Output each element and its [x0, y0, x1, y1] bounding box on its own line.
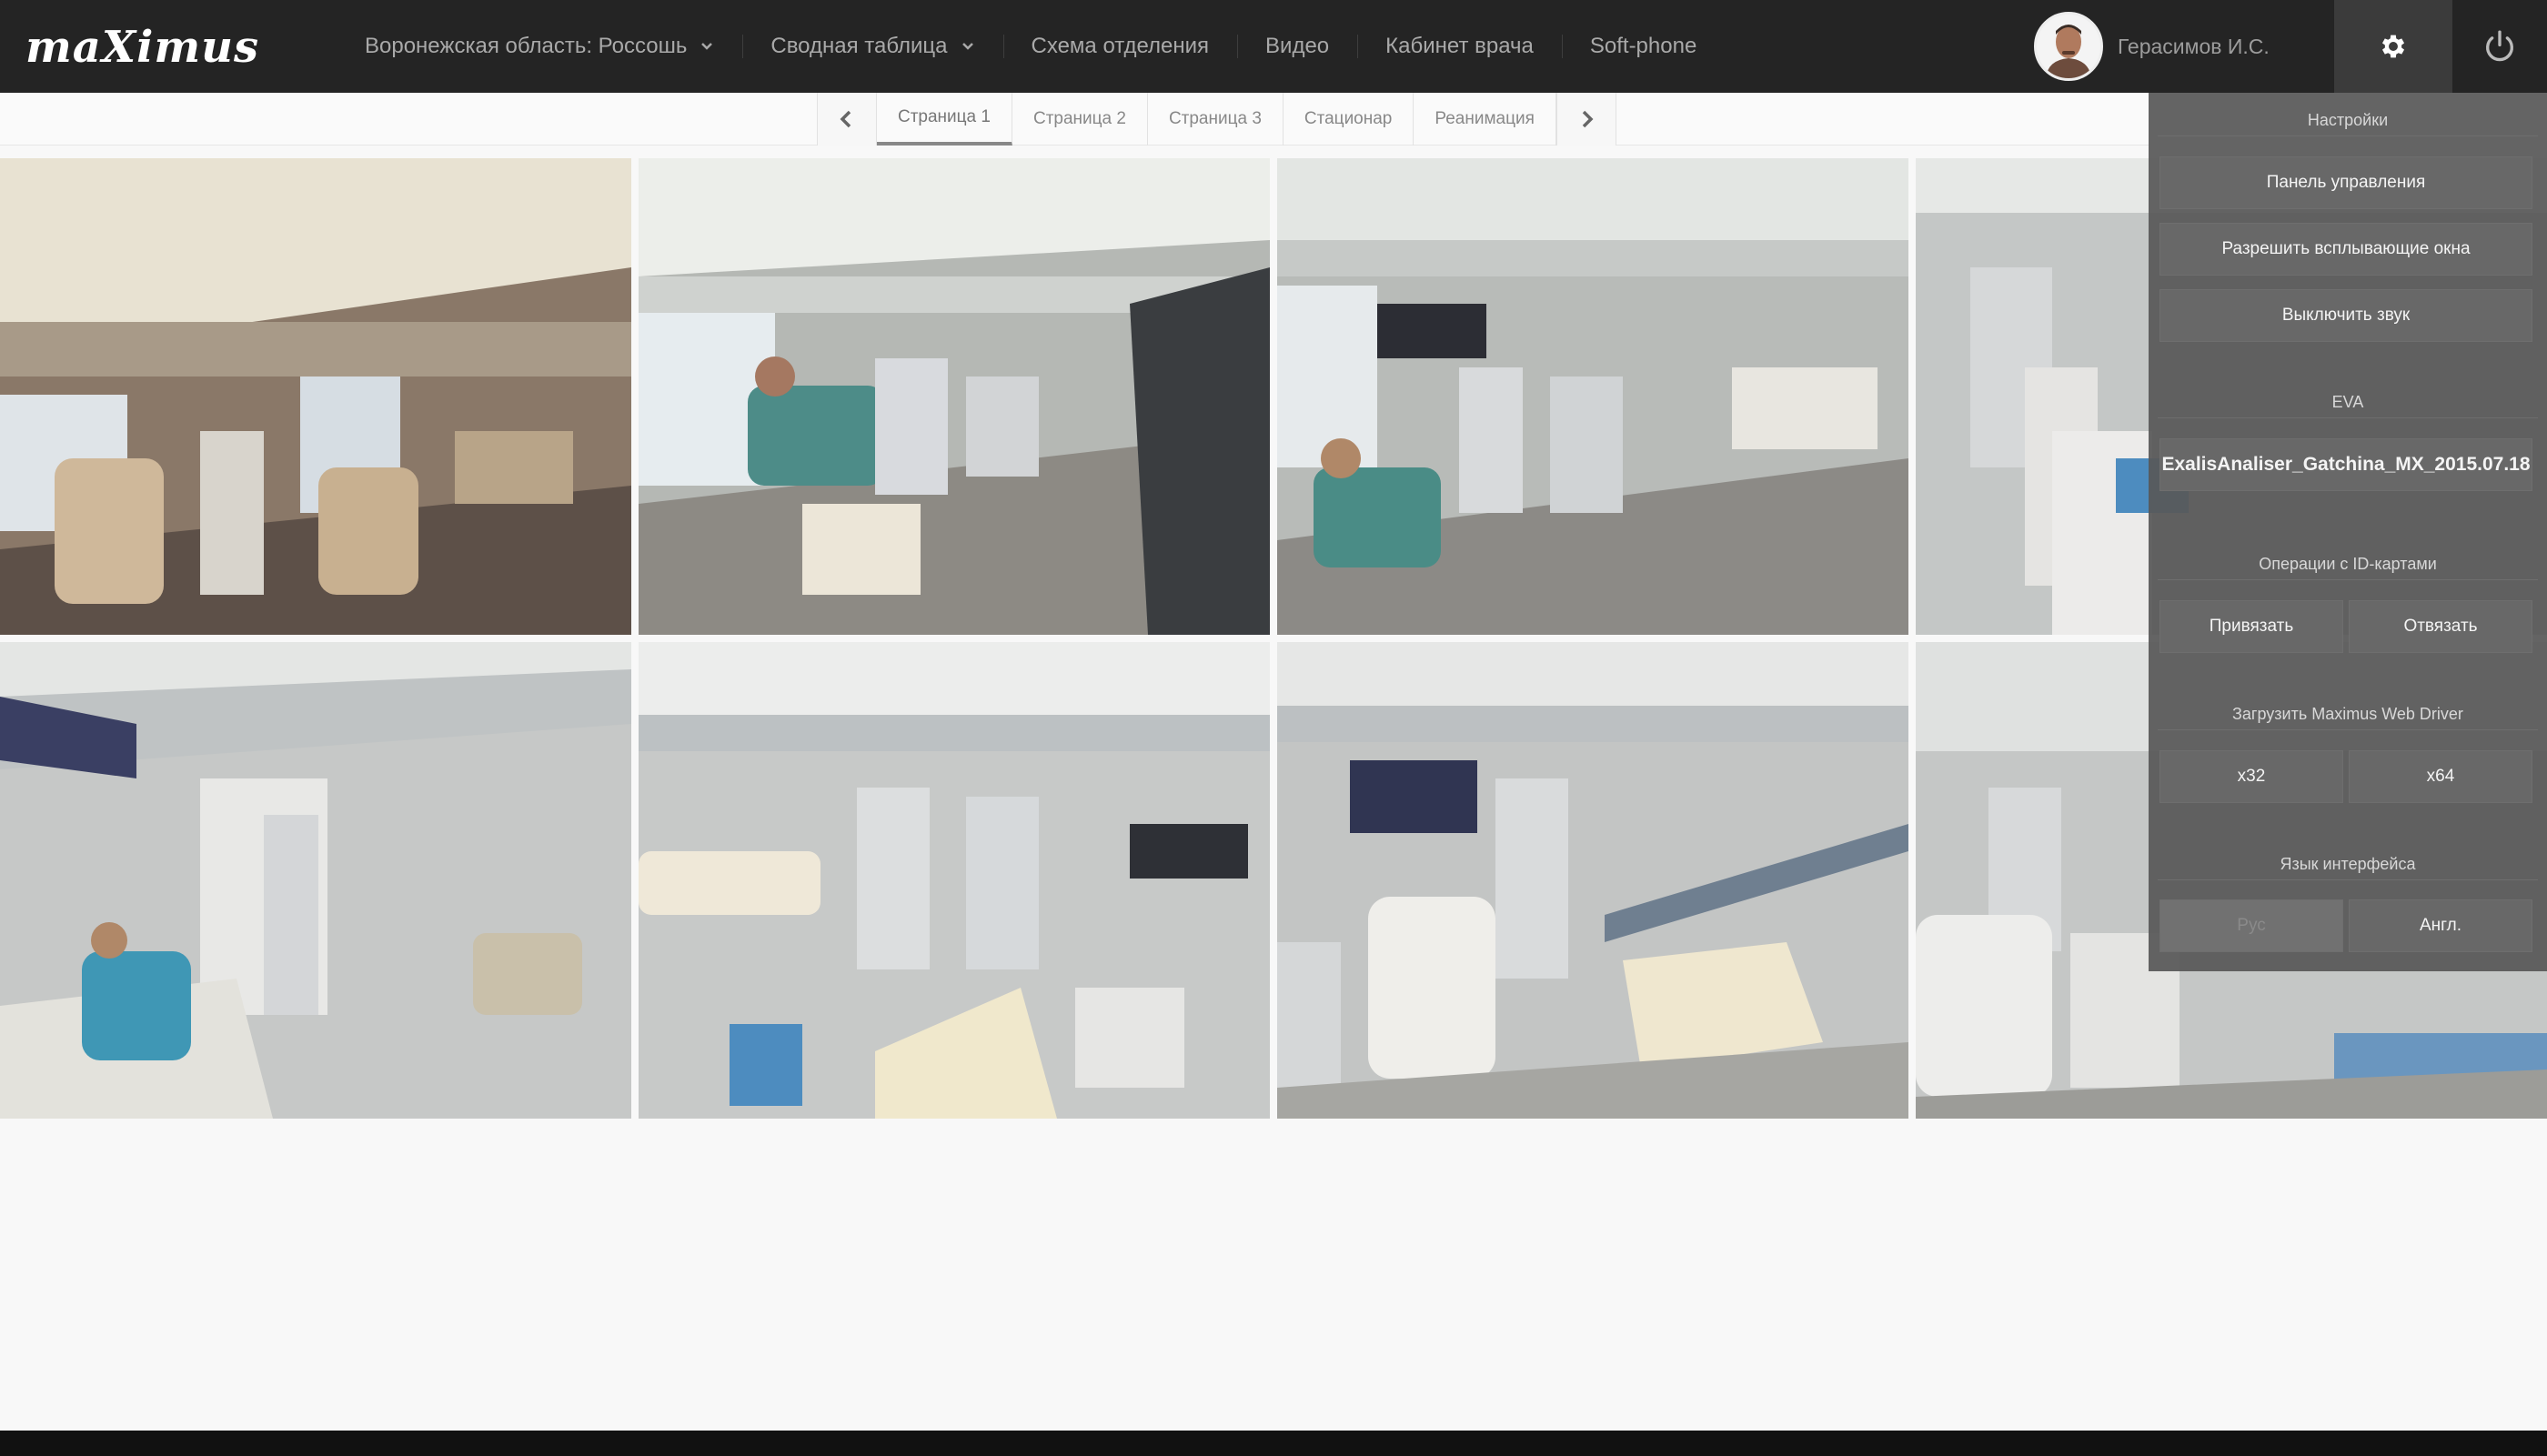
eva-analyser-field[interactable]: ExalisAnaliser_Gatchina_MX_2015.07.18: [2159, 438, 2532, 491]
language-ru-button: Рус: [2159, 899, 2343, 952]
camera-feed[interactable]: [0, 642, 631, 1119]
unbind-card-button[interactable]: Отвязать: [2349, 600, 2532, 653]
top-navigation-bar: maXimus Воронежская область: Россошь Сво…: [0, 0, 2547, 93]
tab-page-3[interactable]: Страница 3: [1148, 93, 1284, 146]
chevron-left-icon: [840, 110, 851, 128]
camera-image: [1277, 642, 1908, 1119]
user-name: Герасимов И.С.: [2118, 34, 2270, 58]
tab-page-2[interactable]: Страница 2: [1012, 93, 1148, 146]
chevron-down-icon: [701, 43, 713, 50]
settings-title: Настройки: [2158, 111, 2538, 136]
tabs-prev-button[interactable]: [817, 93, 877, 146]
allow-popups-button[interactable]: Разрешить всплывающие окна: [2159, 223, 2532, 276]
nav-summary-table-label: Сводная таблица: [770, 34, 948, 58]
camera-image: [0, 158, 631, 635]
nav-video-label: Видео: [1265, 34, 1330, 58]
power-icon: [2486, 30, 2513, 62]
settings-panel: Настройки Панель управления Разрешить вс…: [2149, 93, 2547, 971]
gear-icon: [2381, 35, 2405, 58]
language-title: Язык интерфейса: [2158, 855, 2538, 880]
camera-image: [639, 158, 1270, 635]
tab-label: Страница 3: [1168, 109, 1262, 128]
driver-x32-button[interactable]: x32: [2159, 750, 2343, 803]
logout-button[interactable]: [2452, 0, 2547, 93]
id-cards-title: Операции с ID-картами: [2158, 555, 2538, 580]
nav-doctor-cabinet-label: Кабинет врача: [1385, 34, 1534, 58]
nav-region-label: Воронежская область: Россошь: [365, 34, 688, 58]
user-photo-icon: [2037, 15, 2100, 78]
control-panel-button[interactable]: Панель управления: [2159, 156, 2532, 209]
nav-department-scheme[interactable]: Схема отделения: [1002, 0, 1238, 93]
maximus-logo[interactable]: maXimus: [25, 20, 259, 75]
nav-video[interactable]: Видео: [1237, 0, 1357, 93]
user-menu[interactable]: Герасимов И.С.: [2034, 0, 2270, 93]
tab-label: Страница 1: [898, 107, 991, 126]
tab-label: Стационар: [1304, 109, 1393, 128]
tab-label: Реанимация: [1435, 109, 1535, 128]
page-tabs: Страница 1 Страница 2 Страница 3 Стацион…: [817, 93, 1616, 146]
camera-feed[interactable]: [1277, 642, 1908, 1119]
camera-image: [0, 642, 631, 1119]
tab-inpatient[interactable]: Стационар: [1284, 93, 1414, 146]
camera-feed[interactable]: [639, 158, 1270, 635]
driver-x64-button[interactable]: x64: [2349, 750, 2532, 803]
mute-sound-button[interactable]: Выключить звук: [2159, 289, 2532, 342]
page-tabs-bar: Страница 1 Страница 2 Страница 3 Стацион…: [0, 93, 2149, 146]
camera-image: [1277, 158, 1908, 635]
camera-feed[interactable]: [1277, 158, 1908, 635]
camera-feed[interactable]: [639, 642, 1270, 1119]
chevron-right-icon: [1582, 110, 1594, 128]
nav-soft-phone[interactable]: Soft-phone: [1561, 0, 1725, 93]
avatar[interactable]: [2034, 12, 2103, 81]
chevron-down-icon: [961, 43, 973, 50]
camera-image: [639, 642, 1270, 1119]
tab-reanimation[interactable]: Реанимация: [1414, 93, 1556, 146]
nav-doctor-cabinet[interactable]: Кабинет врача: [1357, 0, 1562, 93]
bind-card-button[interactable]: Привязать: [2159, 600, 2343, 653]
nav-soft-phone-label: Soft-phone: [1589, 34, 1697, 58]
eva-title: EVA: [2158, 393, 2538, 418]
settings-button[interactable]: [2334, 0, 2452, 93]
nav-department-scheme-label: Схема отделения: [1031, 34, 1210, 58]
logo-text: maXimus: [25, 22, 260, 73]
language-en-button[interactable]: Англ.: [2349, 899, 2532, 952]
bottom-bar: [0, 1431, 2547, 1456]
nav-summary-table-dropdown[interactable]: Сводная таблица: [742, 0, 1002, 93]
camera-feed[interactable]: [0, 158, 631, 635]
web-driver-title: Загрузить Maximus Web Driver: [2158, 705, 2538, 730]
tab-page-1[interactable]: Страница 1: [877, 93, 1012, 146]
tab-label: Страница 2: [1032, 109, 1126, 128]
nav-region-dropdown[interactable]: Воронежская область: Россошь: [337, 0, 742, 93]
tabs-next-button[interactable]: [1555, 93, 1616, 146]
main-nav: Воронежская область: Россошь Сводная таб…: [337, 0, 1725, 93]
